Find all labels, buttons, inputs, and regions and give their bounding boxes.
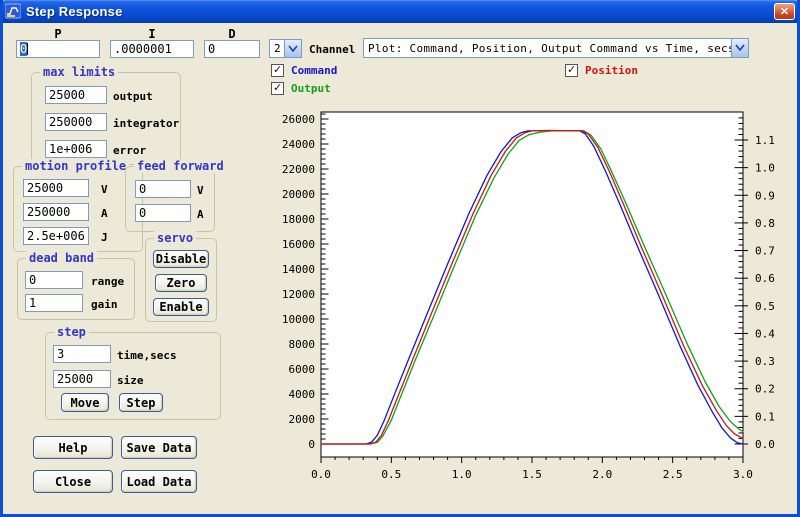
svg-text:0.4: 0.4 [755,327,775,340]
svg-text:24000: 24000 [282,138,315,151]
svg-text:1.0: 1.0 [452,468,472,481]
svg-text:0.3: 0.3 [755,355,775,368]
svg-text:2000: 2000 [289,413,316,426]
svg-text:18000: 18000 [282,213,315,226]
svg-text:6000: 6000 [289,363,316,376]
svg-text:3.0: 3.0 [733,468,753,481]
svg-text:8000: 8000 [289,338,316,351]
svg-text:1.1: 1.1 [755,134,775,147]
svg-text:16000: 16000 [282,238,315,251]
svg-text:0.9: 0.9 [755,189,775,202]
svg-text:0.7: 0.7 [755,245,775,258]
svg-text:0.0: 0.0 [755,438,775,451]
svg-text:1.0: 1.0 [755,162,775,175]
svg-text:0.5: 0.5 [755,300,775,313]
svg-text:2.0: 2.0 [592,468,612,481]
svg-text:10000: 10000 [282,313,315,326]
svg-text:0.5: 0.5 [381,468,401,481]
svg-text:14000: 14000 [282,263,315,276]
svg-text:0.0: 0.0 [311,468,331,481]
svg-text:1.5: 1.5 [522,468,542,481]
svg-text:0.8: 0.8 [755,217,775,230]
svg-text:0: 0 [308,438,315,451]
svg-text:12000: 12000 [282,288,315,301]
svg-text:26000: 26000 [282,113,315,126]
svg-text:20000: 20000 [282,188,315,201]
svg-text:2.5: 2.5 [663,468,683,481]
svg-text:0.2: 0.2 [755,383,775,396]
svg-text:4000: 4000 [289,388,316,401]
step-response-window: Step Response ✕ P I D 0 2 Channel Plot: … [0,0,800,517]
svg-text:0.6: 0.6 [755,272,775,285]
svg-text:22000: 22000 [282,163,315,176]
svg-text:0.1: 0.1 [755,410,775,423]
plot-canvas: 0 2000 4000 6000 8000 10000 12000 14000 16000 180… [3,0,800,517]
